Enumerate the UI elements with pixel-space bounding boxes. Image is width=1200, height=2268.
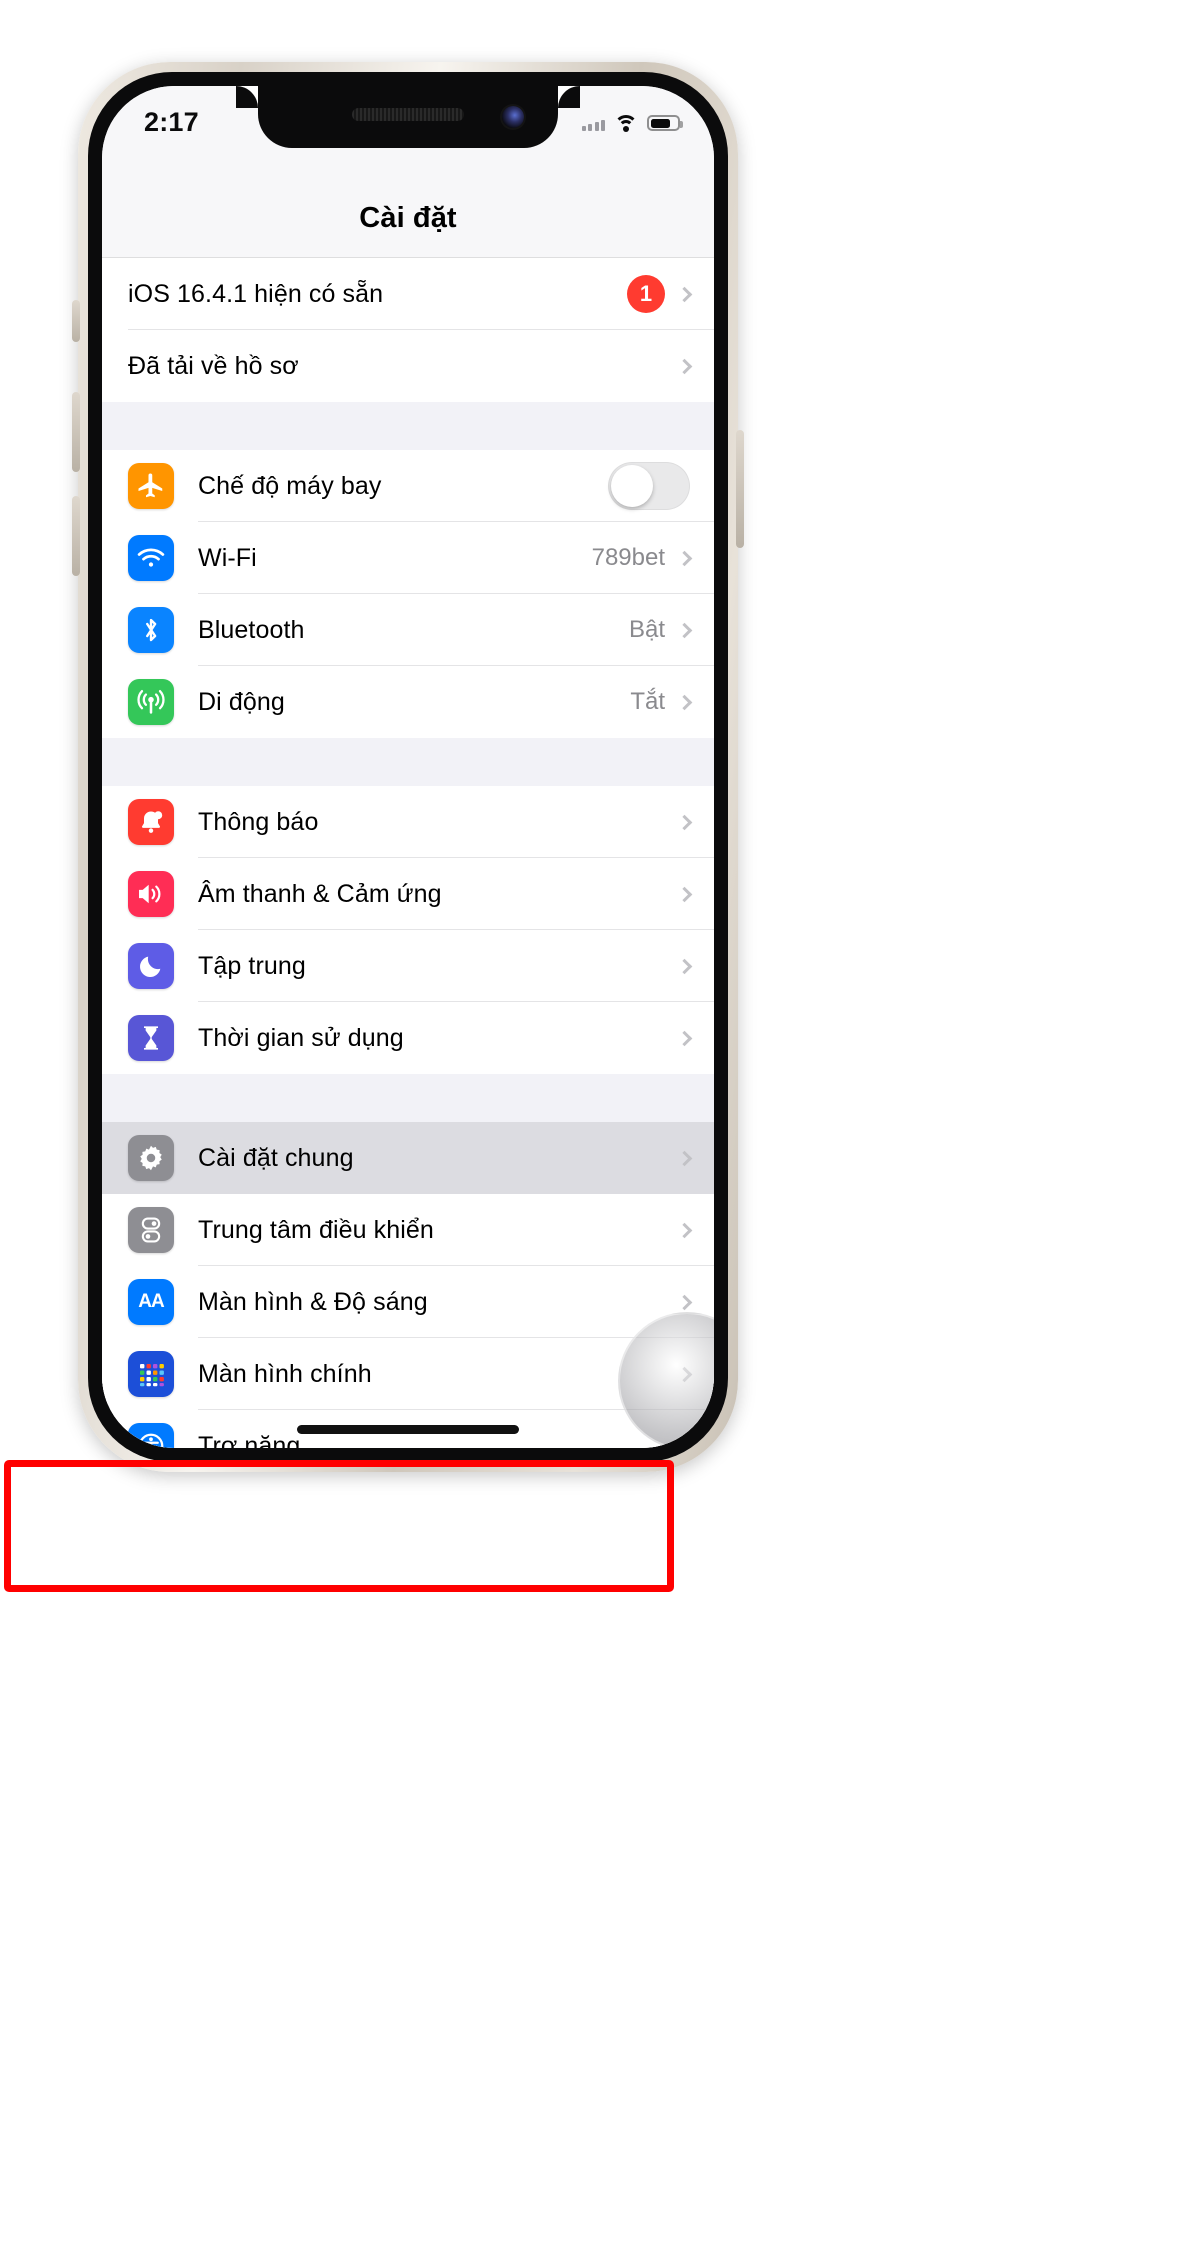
row-label: Trung tâm điều khiển bbox=[198, 1215, 434, 1244]
airplane-mode-toggle[interactable] bbox=[608, 462, 690, 510]
row-label: iOS 16.4.1 hiện có sẵn bbox=[128, 279, 384, 308]
cellular-signal-icon bbox=[581, 116, 605, 131]
chevron-right-icon bbox=[676, 1030, 693, 1046]
row-label: Âm thanh & Cảm ứng bbox=[198, 879, 442, 908]
chevron-right-icon bbox=[676, 814, 693, 830]
group-spacer bbox=[102, 402, 714, 450]
chevron-right-icon bbox=[676, 694, 693, 710]
chevron-right-icon bbox=[676, 1294, 693, 1310]
row-label: Màn hình & Độ sáng bbox=[198, 1287, 428, 1316]
row-label: Màn hình chính bbox=[198, 1359, 372, 1388]
status-bar: 2:17 bbox=[102, 86, 714, 148]
control-center-icon bbox=[128, 1207, 174, 1253]
home-indicator[interactable] bbox=[297, 1425, 519, 1434]
highlight-annotation-box bbox=[4, 1460, 674, 1592]
row-label: Chế độ máy bay bbox=[198, 471, 382, 500]
screenshot-stage: Cài đặt 2:17 iOS 16.4.1 hiện có sẵn 1 Đã… bbox=[0, 0, 1200, 2268]
chevron-right-icon bbox=[676, 886, 693, 902]
group-connectivity: Chế độ máy bay Wi-Fi 789bet Bluetooth Bậ… bbox=[102, 450, 714, 738]
bluetooth-icon bbox=[128, 607, 174, 653]
chevron-right-icon bbox=[676, 1222, 693, 1238]
power-button[interactable] bbox=[736, 430, 744, 548]
row-notifications[interactable]: Thông báo bbox=[102, 786, 714, 858]
accessibility-icon bbox=[128, 1423, 174, 1448]
cellular-icon bbox=[128, 679, 174, 725]
wifi-network-value: 789bet bbox=[591, 544, 665, 571]
row-bluetooth[interactable]: Bluetooth Bật bbox=[102, 594, 714, 666]
home-screen-icon bbox=[128, 1351, 174, 1397]
row-label: Cài đặt chung bbox=[198, 1143, 354, 1172]
airplane-icon bbox=[128, 463, 174, 509]
row-label: Di động bbox=[198, 687, 285, 716]
bluetooth-status-value: Bật bbox=[628, 616, 665, 643]
group-spacer bbox=[102, 1074, 714, 1122]
speaker-icon bbox=[128, 871, 174, 917]
bell-icon bbox=[128, 799, 174, 845]
status-icons bbox=[581, 114, 683, 132]
group-spacer bbox=[102, 738, 714, 786]
row-control-center[interactable]: Trung tâm điều khiển bbox=[102, 1194, 714, 1266]
row-downloaded-profile[interactable]: Đã tải về hồ sơ bbox=[102, 330, 714, 402]
status-time: 2:17 bbox=[144, 106, 199, 137]
chevron-right-icon bbox=[676, 622, 693, 638]
row-ios-update[interactable]: iOS 16.4.1 hiện có sẵn 1 bbox=[102, 258, 714, 330]
row-wifi[interactable]: Wi-Fi 789bet bbox=[102, 522, 714, 594]
phone-screen: Cài đặt 2:17 iOS 16.4.1 hiện có sẵn 1 Đã… bbox=[102, 86, 714, 1448]
chevron-right-icon bbox=[676, 1150, 693, 1166]
moon-icon bbox=[128, 943, 174, 989]
hourglass-icon bbox=[128, 1015, 174, 1061]
row-airplane-mode[interactable]: Chế độ máy bay bbox=[102, 450, 714, 522]
row-display-brightness[interactable]: AA Màn hình & Độ sáng bbox=[102, 1266, 714, 1338]
battery-icon bbox=[647, 115, 683, 131]
chevron-right-icon bbox=[676, 958, 693, 974]
row-label: Trợ năng bbox=[198, 1431, 301, 1449]
mute-switch[interactable] bbox=[72, 300, 80, 342]
row-label: Tập trung bbox=[198, 951, 306, 980]
update-badge: 1 bbox=[627, 275, 665, 313]
volume-up-button[interactable] bbox=[72, 392, 80, 472]
row-focus[interactable]: Tập trung bbox=[102, 930, 714, 1002]
row-screen-time[interactable]: Thời gian sử dụng bbox=[102, 1002, 714, 1074]
row-label: Bluetooth bbox=[198, 615, 305, 644]
chevron-right-icon bbox=[676, 286, 693, 302]
cellular-status-value: Tắt bbox=[630, 688, 665, 715]
row-general-settings[interactable]: Cài đặt chung bbox=[102, 1122, 714, 1194]
row-label: Thời gian sử dụng bbox=[198, 1023, 404, 1052]
volume-down-button[interactable] bbox=[72, 496, 80, 576]
row-label: Đã tải về hồ sơ bbox=[128, 351, 299, 380]
row-sounds-haptics[interactable]: Âm thanh & Cảm ứng bbox=[102, 858, 714, 930]
row-cellular[interactable]: Di động Tắt bbox=[102, 666, 714, 738]
row-label: Thông báo bbox=[198, 807, 319, 836]
chevron-right-icon bbox=[676, 550, 693, 566]
display-aa-icon: AA bbox=[128, 1279, 174, 1325]
group-software-update: iOS 16.4.1 hiện có sẵn 1 Đã tải về hồ sơ bbox=[102, 258, 714, 402]
group-alerts: Thông báo Âm thanh & Cảm ứng Tập trung T… bbox=[102, 786, 714, 1074]
page-title: Cài đặt bbox=[359, 202, 457, 234]
gear-icon bbox=[128, 1135, 174, 1181]
settings-list[interactable]: iOS 16.4.1 hiện có sẵn 1 Đã tải về hồ sơ bbox=[102, 258, 714, 1448]
chevron-right-icon bbox=[676, 358, 693, 374]
wifi-icon bbox=[128, 535, 174, 581]
row-label: Wi-Fi bbox=[198, 543, 257, 572]
wifi-icon bbox=[614, 114, 638, 132]
